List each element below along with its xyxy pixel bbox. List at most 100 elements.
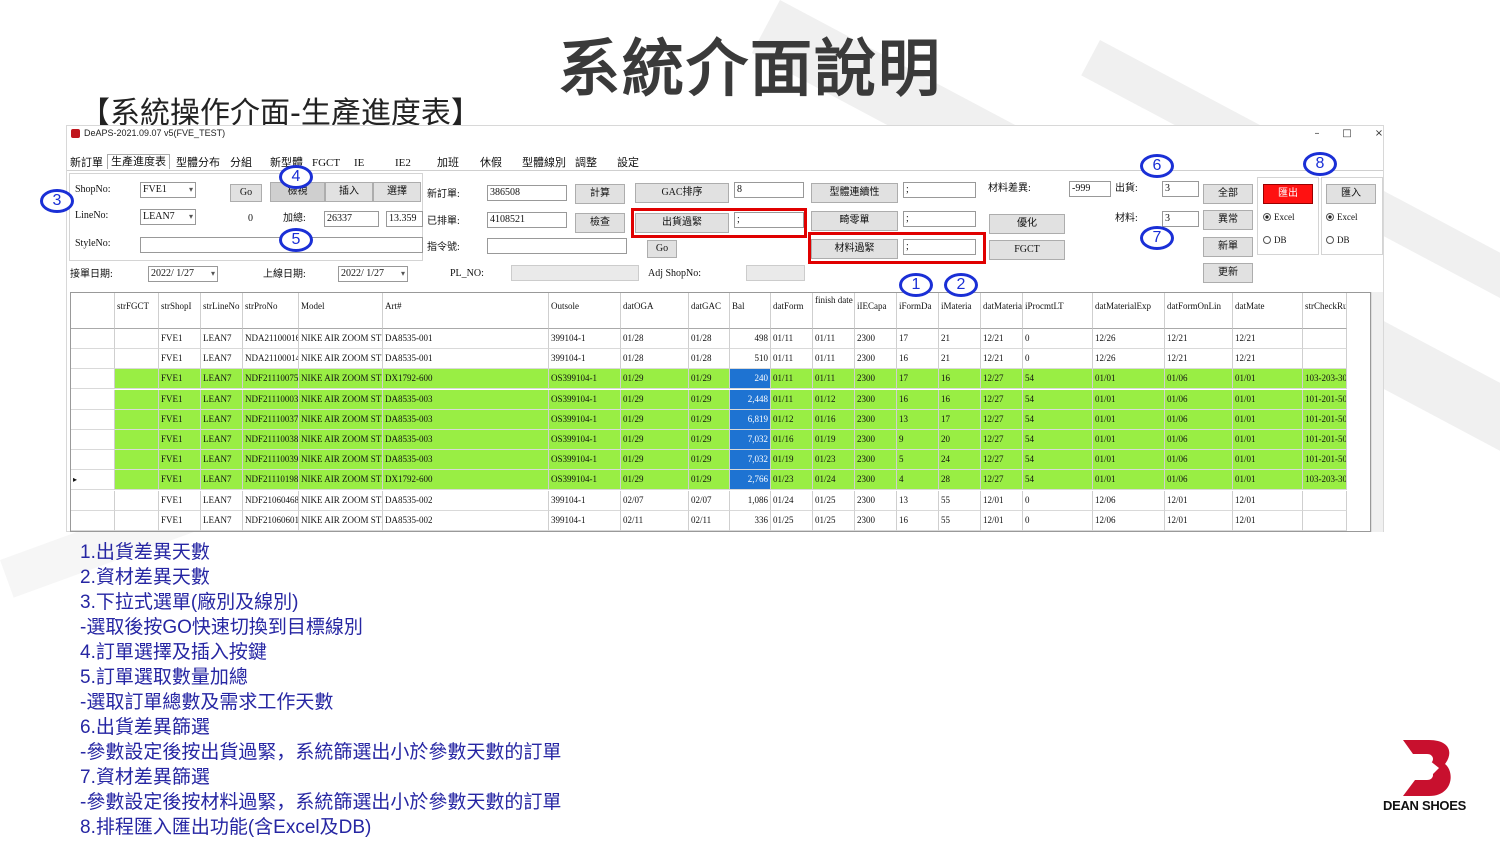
grid-cell-iprocmtlt[interactable]: 0: [1023, 329, 1093, 349]
grid-cell-datgac[interactable]: 01/29: [689, 369, 730, 390]
col-header-strcheckrules[interactable]: strCheckRules: [1303, 293, 1347, 329]
grid-cell-iformdays[interactable]: 17: [897, 329, 939, 349]
grid-cell-outsole[interactable]: 399104-1: [549, 510, 621, 531]
grid-cell-datmaterialon[interactable]: 12/27: [981, 430, 1023, 450]
grid-cell-datform[interactable]: 01/23: [771, 470, 813, 491]
filter-all-button[interactable]: 全部: [1203, 184, 1253, 204]
col-header-strfgct[interactable]: strFGCT: [115, 293, 159, 329]
grid-cell-iprocmtlt[interactable]: 0: [1023, 349, 1093, 370]
gac-sort-button[interactable]: GAC排序: [635, 183, 729, 203]
grid-cell-art[interactable]: DA8535-003: [383, 389, 549, 410]
grid-cell-datmaterialon[interactable]: 12/01: [981, 490, 1023, 511]
grid-cell-datmaterialexp[interactable]: 12/06: [1093, 490, 1165, 511]
grid-cell-strprono[interactable]: NDF21110075: [243, 369, 299, 390]
grid-cell-strfgct[interactable]: [115, 470, 159, 491]
grid-cell-datoga[interactable]: 01/28: [621, 349, 689, 370]
grid-cell-iprocmtlt[interactable]: 0: [1023, 490, 1093, 511]
tab-settings[interactable]: 設定: [614, 156, 642, 170]
grid-cell-imaterial[interactable]: 16: [939, 369, 981, 390]
grid-cell-strshopid[interactable]: FVE1: [159, 329, 201, 349]
go2-button[interactable]: Go: [647, 240, 677, 258]
tab-fgct[interactable]: FGCT: [309, 156, 343, 170]
grid-cell-imaterial[interactable]: 28: [939, 470, 981, 491]
grid-cell-strshopid[interactable]: FVE1: [159, 389, 201, 410]
grid-cell-strlineno[interactable]: LEAN7: [201, 389, 243, 410]
grid-cell-strfgct[interactable]: [115, 490, 159, 511]
grid-cell-datform[interactable]: 01/25: [771, 510, 813, 531]
grid-cell-iformdays[interactable]: 17: [897, 369, 939, 390]
grid-cell-iformdays[interactable]: 5: [897, 450, 939, 471]
grid-cell-datform[interactable]: 01/11: [771, 349, 813, 370]
grid-cell-datoga[interactable]: 01/29: [621, 450, 689, 471]
grid-cell-datform[interactable]: 01/24: [771, 490, 813, 511]
close-button[interactable]: ×: [1369, 126, 1389, 142]
grid-cell-outsole[interactable]: OS399104-1: [549, 450, 621, 471]
grid-cell-datgac[interactable]: 01/29: [689, 450, 730, 471]
grid-cell-iformdays[interactable]: 16: [897, 389, 939, 410]
grid-cell-datform[interactable]: 01/11: [771, 389, 813, 410]
grid-cell-bal[interactable]: 7,032: [730, 450, 771, 471]
material-days-field[interactable]: 3: [1162, 211, 1199, 227]
grid-cell-strcheckrules[interactable]: [1303, 329, 1347, 349]
grid-cell-strshopid[interactable]: FVE1: [159, 450, 201, 471]
grid-cell-iiecapa[interactable]: 2300: [855, 490, 897, 511]
grid-cell-datoga[interactable]: 01/29: [621, 430, 689, 450]
grid-cell-strlineno[interactable]: LEAN7: [201, 369, 243, 390]
grid-cell-strshopid[interactable]: FVE1: [159, 430, 201, 450]
grid-cell-finish-date[interactable]: 01/11: [813, 349, 855, 370]
import-button[interactable]: 匯入: [1326, 184, 1376, 204]
row-header[interactable]: [71, 510, 115, 531]
grid-cell-strprono[interactable]: NDA21100016: [243, 329, 299, 349]
recv-date-picker[interactable]: 2022/ 1/27 ▾: [148, 266, 218, 282]
grid-cell-datform[interactable]: 01/11: [771, 369, 813, 390]
grid-cell-strlineno[interactable]: LEAN7: [201, 329, 243, 349]
row-header[interactable]: [71, 430, 115, 450]
grid-cell-bal[interactable]: 336: [730, 510, 771, 531]
fgct-button[interactable]: FGCT: [989, 240, 1065, 260]
grid-cell-iprocmtlt[interactable]: 54: [1023, 369, 1093, 390]
grid-cell-datmaterialon[interactable]: 12/27: [981, 389, 1023, 410]
col-header-strprono[interactable]: strProNo: [243, 293, 299, 329]
grid-cell-finish-date[interactable]: 01/24: [813, 470, 855, 491]
grid-cell-datformonline[interactable]: 12/21: [1165, 329, 1233, 349]
grid-cell-datgac[interactable]: 01/28: [689, 349, 730, 370]
col-header-datmaterialexp[interactable]: datMaterialExp: [1093, 293, 1165, 329]
grid-cell-strlineno[interactable]: LEAN7: [201, 349, 243, 370]
grid-cell-art[interactable]: DA8535-002: [383, 510, 549, 531]
lineno-dropdown[interactable]: LEAN7 ▾: [140, 209, 196, 225]
insert-button[interactable]: 插入: [325, 182, 373, 202]
grid-cell-strcheckrules[interactable]: 103-203-30...: [1303, 369, 1347, 390]
grid-cell-datmate[interactable]: 12/21: [1233, 349, 1303, 370]
grid-cell-datmaterialexp[interactable]: 01/01: [1093, 409, 1165, 430]
grid-cell-model[interactable]: NIKE AIR ZOOM STRUCTURE 24: [299, 450, 383, 471]
export-db-radio[interactable]: DB: [1263, 234, 1287, 246]
grid-cell-datmaterialon[interactable]: 12/27: [981, 369, 1023, 390]
grid-cell-art[interactable]: DA8535-003: [383, 450, 549, 471]
row-header[interactable]: [71, 450, 115, 471]
grid-cell-datgac[interactable]: 01/28: [689, 329, 730, 349]
grid-cell-art[interactable]: DA8535-001: [383, 349, 549, 370]
col-header-bal[interactable]: Bal: [730, 293, 771, 329]
grid-cell-datform[interactable]: 01/19: [771, 450, 813, 471]
maximize-button[interactable]: □: [1337, 126, 1357, 142]
grid-cell-strprono[interactable]: NDF21060601: [243, 510, 299, 531]
grid-cell-datmaterialon[interactable]: 12/27: [981, 409, 1023, 430]
minimize-button[interactable]: –: [1307, 126, 1327, 142]
grid-cell-finish-date[interactable]: 01/23: [813, 450, 855, 471]
grid-cell-datmaterialexp[interactable]: 12/26: [1093, 349, 1165, 370]
grid-cell-outsole[interactable]: OS399104-1: [549, 470, 621, 491]
calculate-button[interactable]: 計算: [575, 184, 625, 204]
filter-new-button[interactable]: 新單: [1203, 237, 1253, 257]
tab-ie2[interactable]: IE2: [392, 156, 414, 170]
grid-cell-bal[interactable]: 1,086: [730, 490, 771, 511]
grid-cell-iprocmtlt[interactable]: 54: [1023, 450, 1093, 471]
grid-cell-finish-date[interactable]: 01/12: [813, 389, 855, 410]
grid-cell-datmaterialexp[interactable]: 01/01: [1093, 369, 1165, 390]
grid-cell-strcheckrules[interactable]: [1303, 490, 1347, 511]
grid-cell-datmaterialexp[interactable]: 12/26: [1093, 329, 1165, 349]
spare-order-button[interactable]: 畸零單: [811, 211, 898, 231]
row-header[interactable]: [71, 349, 115, 370]
grid-cell-model[interactable]: NIKE AIR ZOOM STRUCTURE 24: [299, 329, 383, 349]
grid-cell-strprono[interactable]: NDF21110039: [243, 450, 299, 471]
grid-cell-strlineno[interactable]: LEAN7: [201, 510, 243, 531]
